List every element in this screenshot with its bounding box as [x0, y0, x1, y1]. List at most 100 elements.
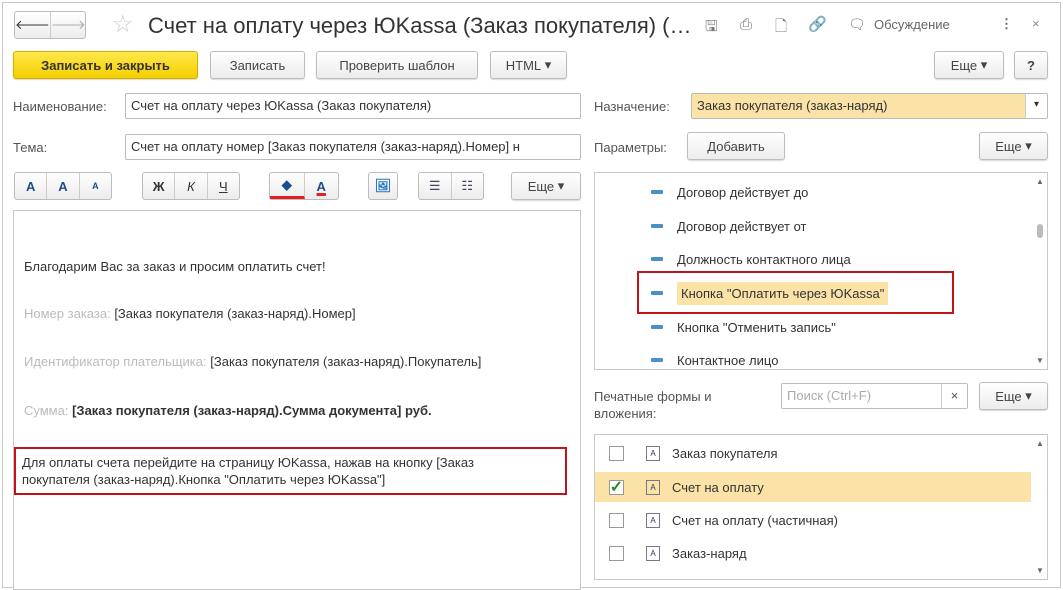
- document-icon: A: [646, 545, 660, 561]
- background-color-icon[interactable]: ◆: [270, 173, 305, 199]
- order-value: [Заказ покупателя (заказ-наряд).Номер]: [114, 306, 356, 321]
- list-item[interactable]: Договор действует до: [595, 177, 1031, 207]
- forward-button[interactable]: 🡒: [51, 12, 86, 38]
- numbered-list-icon[interactable]: ☷: [452, 173, 484, 199]
- checkbox[interactable]: [609, 545, 624, 561]
- name-input[interactable]: Счет на оплату через ЮKassa (Заказ покуп…: [125, 93, 581, 119]
- list-item[interactable]: A Заказ покупателя: [595, 438, 1031, 468]
- checkbox-checked[interactable]: ✓: [609, 479, 624, 496]
- list-item[interactable]: A Заказ-наряд: [595, 538, 1031, 568]
- pay-line-1: Для оплаты счета перейдите на страницу Ю…: [22, 455, 474, 470]
- order-label: Номер заказа:: [24, 306, 111, 321]
- subject-label: Тема:: [13, 140, 48, 155]
- underline-button[interactable]: Ч: [208, 173, 239, 199]
- html-dropdown[interactable]: HTML ▾: [490, 51, 567, 79]
- print-icon[interactable]: ⎙: [740, 16, 752, 33]
- list-item[interactable]: Кнопка "Отменить запись": [595, 312, 1031, 342]
- font-shrink-button[interactable]: A: [80, 173, 111, 199]
- list-item-selected[interactable]: ✓ A Счет на оплату: [595, 472, 1031, 502]
- print-form-label: Заказ-наряд: [672, 545, 747, 561]
- insert-image-button[interactable]: 🖼: [368, 172, 398, 200]
- print-label-1: Печатные формы и: [594, 389, 712, 404]
- sum-label: Сумма:: [24, 403, 69, 418]
- print-more-label: Еще: [995, 388, 1022, 404]
- html-label: HTML: [505, 57, 542, 73]
- print-scrollbar[interactable]: ▲ ▼: [1035, 439, 1045, 575]
- sum-value: [Заказ покупателя (заказ-наряд).Сумма до…: [72, 403, 432, 418]
- params-more-label: Еще: [995, 138, 1022, 154]
- more-button[interactable]: Еще ▾: [934, 51, 1004, 79]
- nav-buttons: 🡐 🡒: [14, 11, 86, 39]
- print-form-label: Счет на оплату: [672, 479, 764, 495]
- style-group: Ж К Ч: [142, 172, 240, 200]
- image-icon: 🖼: [374, 178, 392, 193]
- pay-line-2: покупателя (заказ-наряд).Кнопка "Оплатит…: [22, 472, 386, 487]
- search-input[interactable]: Поиск (Ctrl+F) ×: [781, 383, 968, 409]
- params-scrollbar[interactable]: ▲ ▼: [1035, 177, 1045, 365]
- params-more-button[interactable]: Еще ▾: [979, 132, 1048, 160]
- close-icon[interactable]: ×: [1032, 16, 1040, 31]
- save-button[interactable]: Записать: [210, 51, 305, 79]
- more-label: Еще: [950, 57, 978, 73]
- param-label: Контактное лицо: [677, 352, 779, 368]
- back-button[interactable]: 🡐: [15, 12, 51, 38]
- document-icon: A: [646, 512, 660, 528]
- preview-icon[interactable]: 🗋: [775, 16, 787, 41]
- param-highlight: [637, 271, 954, 314]
- help-button[interactable]: ?: [1014, 51, 1048, 79]
- font-button[interactable]: A: [15, 173, 48, 199]
- list-item[interactable]: Контактное лицо: [595, 345, 1031, 369]
- print-form-label: Заказ покупателя: [672, 445, 778, 461]
- param-icon: [651, 190, 663, 194]
- print-forms-list[interactable]: A Заказ покупателя ✓ A Счет на оплату A Счет…: [594, 434, 1048, 580]
- print-form-label: Счет на оплату (частичная): [672, 512, 839, 528]
- clear-search-button[interactable]: ×: [941, 384, 967, 408]
- list-group: ☰ ☷: [418, 172, 484, 200]
- name-label: Наименование:: [13, 99, 107, 114]
- search-placeholder: Поиск (Ctrl+F): [787, 388, 872, 403]
- save-close-button[interactable]: Записать и закрыть: [13, 51, 198, 79]
- payer-label: Идентификатор плательщика:: [24, 354, 207, 369]
- print-more-button[interactable]: Еще ▾: [979, 382, 1048, 410]
- purpose-label: Назначение:: [594, 99, 670, 114]
- list-item[interactable]: A Счет на оплату (частичная): [595, 505, 1031, 535]
- param-icon: [651, 358, 663, 362]
- text-color-icon[interactable]: A: [305, 173, 339, 199]
- font-size-group: A A A: [14, 172, 112, 200]
- save-icon[interactable]: 🖫: [705, 16, 718, 41]
- param-icon: [651, 257, 663, 261]
- discussion-button[interactable]: Обсуждение: [874, 17, 950, 32]
- checkbox[interactable]: [609, 445, 624, 461]
- purpose-select[interactable]: Заказ покупателя (заказ-наряд) ▾: [691, 93, 1048, 119]
- check-template-button[interactable]: Проверить шаблон: [316, 51, 478, 79]
- print-forms-label: Печатные формы и вложения:: [594, 388, 712, 422]
- param-label: Кнопка "Отменить запись": [677, 319, 836, 335]
- add-button[interactable]: Добавить: [687, 132, 785, 160]
- window-title: Счет на оплату через ЮKassa (Заказ покуп…: [148, 13, 692, 38]
- param-label: Договор действует до: [677, 184, 809, 200]
- dropdown-arrow-icon[interactable]: ▾: [1025, 94, 1047, 118]
- params-label: Параметры:: [594, 140, 667, 155]
- html-editor[interactable]: Благодарим Вас за заказ и просим оплатит…: [13, 210, 581, 590]
- list-item[interactable]: Договор действует от: [595, 211, 1031, 241]
- format-more-button[interactable]: Еще ▾: [511, 172, 581, 200]
- format-more-label: Еще: [527, 178, 555, 194]
- checkbox[interactable]: [609, 512, 624, 528]
- param-icon: [651, 224, 663, 228]
- discussion-icon[interactable]: 🗨: [848, 16, 866, 33]
- bold-button[interactable]: Ж: [143, 173, 176, 199]
- subject-input[interactable]: Счет на оплату номер [Заказ покупателя (…: [125, 134, 581, 160]
- document-icon: A: [646, 445, 660, 461]
- bullet-list-icon[interactable]: ☰: [419, 173, 452, 199]
- print-label-2: вложения:: [594, 406, 657, 421]
- font-grow-button[interactable]: A: [47, 173, 80, 199]
- favorite-star-icon[interactable]: ☆: [112, 10, 134, 39]
- italic-button[interactable]: К: [175, 173, 208, 199]
- param-label: Договор действует от: [677, 218, 807, 234]
- color-group: ◆ A: [269, 172, 339, 200]
- pay-instruction-highlight: Для оплаты счета перейдите на страницу Ю…: [14, 447, 567, 495]
- menu-icon[interactable]: ⋮: [1000, 16, 1013, 32]
- link-icon[interactable]: 🔗: [808, 15, 827, 33]
- param-icon: [651, 325, 663, 329]
- list-item[interactable]: Должность контактного лица: [595, 244, 1031, 274]
